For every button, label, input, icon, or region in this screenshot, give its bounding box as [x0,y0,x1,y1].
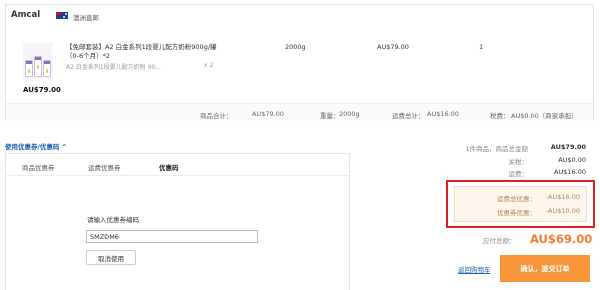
discount-highlight: 运费总优惠： -AU$16.00 优惠券优惠： -AU$10.00 [446,180,595,228]
goods-total-value: AU$79.00 [252,110,284,118]
coupon-panel: 商品优惠券 运费优惠券 优惠码 请输入优惠券编码 取消使用 [5,153,350,290]
order-summary-row: 商品合计： AU$79.00 重量： 2000g 运费总计： AU$16.00 … [6,103,593,121]
freight-value: AU$16.00 [554,168,586,176]
product-price: AU$79.00 [377,43,409,51]
goods-total-label: 商品合计： [200,112,233,120]
goods-count-label: 1件商品，商品总金额 [465,145,528,153]
duty-value: AU$0.00 [558,156,586,164]
shipping-origin: 澳洲直邮 [73,14,99,22]
shipping-discount-value: -AU$16.00 [545,193,580,201]
product-sub-quantity: x 2 [204,62,214,69]
freight-label: 运费： [508,170,529,178]
promo-discount-label: 优惠券优惠： [497,209,536,217]
goods-count-value: AU$79.00 [550,143,586,151]
product-subtitle: A2 白金系列1段婴儿配方奶粉 90... [66,64,161,71]
amount-due-label: 应付总额： [483,237,516,245]
discount-summary: 运费总优惠： -AU$16.00 优惠券优惠： -AU$10.00 [454,186,587,222]
tax-label: 税费： [490,112,510,120]
australia-flag-icon [56,12,68,19]
weight-label: 重量： [320,112,340,120]
cancel-coupon-button[interactable]: 取消使用 [86,250,136,265]
promo-code-input[interactable] [86,230,258,243]
promo-discount-value: -AU$10.00 [545,207,580,215]
product-thumb-price: AU$79.00 [23,86,61,94]
tab-promo-code[interactable]: 优惠码 [159,162,179,172]
shipping-total-value: AU$16.00 [427,110,459,118]
tab-product-coupon[interactable]: 商品优惠券 [22,162,55,172]
duty-label: 关税： [508,158,529,166]
submit-order-button[interactable]: 确认，提交订单 [500,255,590,282]
product-weight: 2000g [285,43,306,51]
shipping-total-label: 运费总计： [392,112,425,120]
amount-due-value: AU$69.00 [530,232,593,246]
product-title[interactable]: 【免邮套装】A2 白金系列1段婴儿配方奶粉900g/罐（0-6个月）*2 [66,43,226,61]
coupon-toggle-link[interactable]: 使用优惠券/优惠码 ^ [5,141,67,151]
store-name[interactable]: Amcal [11,10,40,20]
tab-shipping-coupon[interactable]: 运费优惠券 [88,162,121,172]
tab-divider [6,175,349,176]
return-to-cart-link[interactable]: 返回购物车 [458,264,491,274]
weight-value: 2000g [339,110,360,118]
shipping-discount-label: 运费总优惠： [497,195,536,203]
promo-code-label: 请输入优惠券编码 [87,216,139,224]
tax-value: AU$0.00（商家承担） [511,112,578,120]
order-item-panel: Amcal 澳洲直邮 AU$79.00 【免邮套装】A2 白金系列1段婴儿配方奶… [5,4,594,121]
product-image[interactable] [23,43,53,79]
product-quantity: 1 [479,43,484,51]
store-header: Amcal 澳洲直邮 [6,5,593,25]
